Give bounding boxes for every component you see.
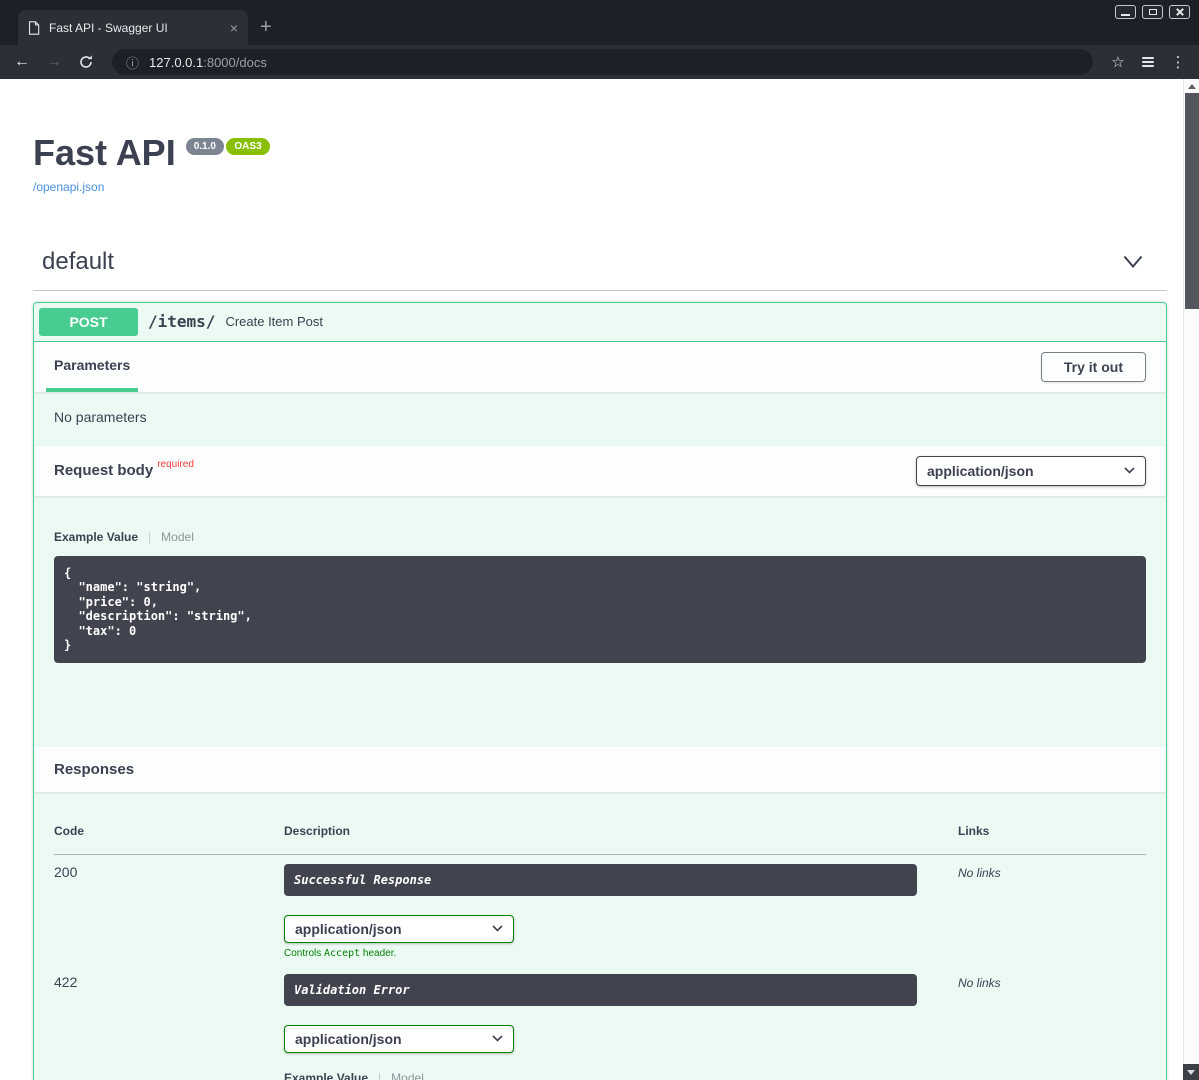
new-tab-button[interactable]: +: [260, 17, 272, 37]
menu-icon[interactable]: ⋮: [1167, 53, 1189, 71]
example-code-block: { "name": "string", "price": 0, "descrip…: [54, 556, 1146, 663]
tab-parameters[interactable]: Parameters: [46, 342, 138, 392]
window-minimize-button[interactable]: [1115, 5, 1136, 19]
tab-model[interactable]: Model: [391, 1071, 424, 1080]
no-parameters-text: No parameters: [34, 392, 1166, 446]
response-description-box: Validation Error: [284, 974, 917, 1006]
responses-section: Code Description Links 200 Successful Re…: [34, 792, 1166, 1080]
endpoint-summary: Create Item Post: [225, 314, 323, 329]
scrollbar-thumb[interactable]: [1185, 93, 1199, 309]
tab-title: Fast API - Swagger UI: [49, 21, 221, 35]
chevron-down-icon[interactable]: [1123, 255, 1143, 269]
response-content-type-select[interactable]: application/json: [284, 915, 514, 943]
response-description-box: Successful Response: [284, 864, 917, 896]
column-header-links: Links: [958, 808, 1146, 855]
opblock-post-items: POST /items/ Create Item Post Parameters…: [33, 302, 1167, 1080]
request-content-type-select[interactable]: application/json: [916, 456, 1146, 486]
opblock-summary[interactable]: POST /items/ Create Item Post: [34, 303, 1166, 342]
page-viewport: Fast API 0.1.0 OAS3 /openapi.json defaul…: [0, 79, 1199, 1080]
page-scrollbar[interactable]: [1183, 79, 1199, 1080]
api-info: Fast API 0.1.0 OAS3 /openapi.json: [33, 79, 1167, 196]
reading-list-icon[interactable]: [1137, 57, 1159, 67]
required-badge: required: [157, 459, 194, 470]
reload-button[interactable]: [74, 54, 98, 70]
version-badge: 0.1.0: [186, 138, 224, 155]
request-body-header: Request bodyrequired application/json: [34, 446, 1166, 496]
api-title: Fast API: [33, 133, 176, 173]
browser-tab[interactable]: Fast API - Swagger UI ×: [18, 10, 248, 45]
response-row-422: 422 Validation Error application/json: [54, 965, 1146, 1080]
tab-close-icon[interactable]: ×: [230, 21, 238, 35]
url-host: 127.0.0.1: [149, 55, 203, 70]
accept-header-note: Controls Accept header.: [284, 948, 958, 959]
try-it-out-button[interactable]: Try it out: [1041, 352, 1146, 382]
responses-header: Responses: [34, 747, 1166, 792]
window-maximize-button[interactable]: [1142, 5, 1163, 19]
browser-toolbar: ← → ⓘ 127.0.0.1:8000/docs ☆ ⋮: [0, 45, 1199, 79]
browser-titlebar: Fast API - Swagger UI × +: [0, 0, 1199, 45]
tab-model[interactable]: Model: [161, 530, 194, 544]
tab-divider: |: [378, 1071, 381, 1080]
window-controls: [1115, 5, 1190, 19]
scrollbar-down-button[interactable]: [1183, 1064, 1199, 1080]
column-header-code: Code: [54, 808, 284, 855]
tag-section-header[interactable]: default: [33, 248, 1167, 291]
request-body-label: Request bodyrequired: [54, 462, 194, 479]
swagger-content: Fast API 0.1.0 OAS3 /openapi.json defaul…: [0, 79, 1183, 1080]
scrollbar-up-button[interactable]: [1184, 79, 1199, 93]
tab-divider: |: [148, 530, 151, 544]
url-text: 127.0.0.1:8000/docs: [149, 55, 267, 70]
post-method-badge: POST: [39, 308, 138, 336]
response-links: No links: [958, 866, 1001, 880]
tab-example-value[interactable]: Example Value: [54, 530, 138, 544]
tab-example-value[interactable]: Example Value: [284, 1071, 368, 1080]
oas-badge: OAS3: [226, 138, 269, 155]
chevron-down-icon: [1124, 467, 1135, 474]
request-body-section: Example Value | Model { "name": "string"…: [34, 496, 1166, 747]
openapi-spec-link[interactable]: /openapi.json: [33, 180, 104, 194]
column-header-description: Description: [284, 808, 958, 855]
response-links: No links: [958, 976, 1001, 990]
response-code: 200: [54, 864, 77, 880]
chevron-down-icon: [492, 1035, 503, 1042]
tag-name: default: [42, 248, 114, 276]
bookmark-star-icon[interactable]: ☆: [1107, 53, 1129, 71]
parameters-header: Parameters Try it out: [34, 342, 1166, 392]
site-info-icon[interactable]: ⓘ: [126, 53, 139, 72]
endpoint-path: /items/: [148, 312, 215, 331]
address-bar[interactable]: ⓘ 127.0.0.1:8000/docs: [112, 49, 1093, 75]
response-content-type-select[interactable]: application/json: [284, 1025, 514, 1053]
chevron-down-icon: [492, 925, 503, 932]
response-row-200: 200 Successful Response application/json…: [54, 854, 1146, 965]
window-close-button[interactable]: [1169, 5, 1190, 19]
url-path: :8000/docs: [203, 55, 267, 70]
page-favicon-icon: [28, 21, 40, 35]
forward-button[interactable]: →: [42, 54, 66, 70]
responses-title: Responses: [54, 761, 134, 778]
back-button[interactable]: ←: [10, 54, 34, 70]
response-code: 422: [54, 974, 77, 990]
responses-table: Code Description Links 200 Successful Re…: [54, 808, 1146, 1080]
